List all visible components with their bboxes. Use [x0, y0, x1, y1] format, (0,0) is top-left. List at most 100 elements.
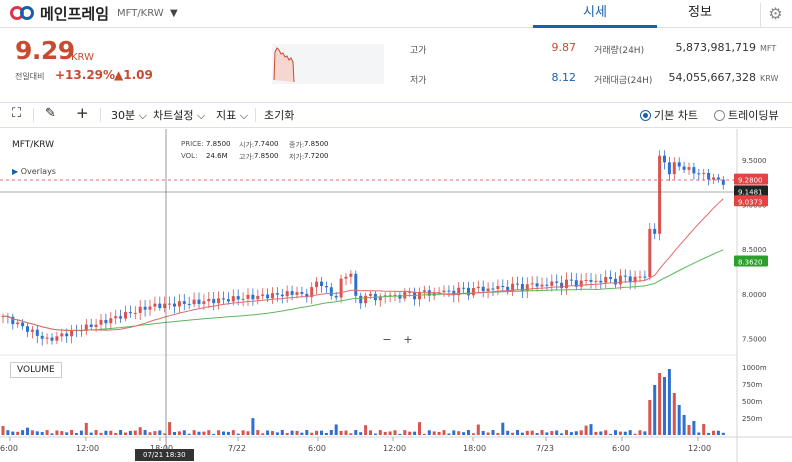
volume-bar — [55, 430, 59, 435]
amount-unit: KRW — [760, 74, 779, 83]
candle-body — [266, 294, 270, 299]
fullscreen-icon[interactable]: ⛶ — [12, 106, 21, 121]
candle-body — [501, 286, 505, 288]
volume-bar — [177, 431, 181, 435]
divider — [33, 108, 34, 122]
reset-button[interactable]: 초기화 — [264, 107, 294, 123]
price-marker-label: 8.3620 — [738, 259, 763, 267]
volume-bar — [143, 430, 147, 435]
candle-body — [663, 155, 666, 163]
time-tick-label: 12:00 — [688, 444, 711, 453]
volume-bar — [427, 430, 431, 435]
volume-bar — [182, 430, 186, 435]
interval-dropdown[interactable]: 30분 ⌵ — [111, 107, 147, 123]
volume-bar — [413, 431, 417, 435]
basic-chart-radio[interactable]: 기본 차트 — [640, 107, 698, 123]
candle-body — [604, 277, 608, 283]
candle-body — [324, 286, 328, 288]
price-chart[interactable]: 9.50009.00008.50008.00007.5000 1000m750m… — [0, 129, 792, 462]
volume-bar — [236, 433, 240, 435]
candle-body — [579, 280, 583, 287]
volume-bar — [300, 432, 304, 435]
candle-body — [236, 296, 240, 300]
volume-bar — [246, 431, 250, 435]
candle-body — [143, 306, 147, 310]
candle-body — [104, 319, 108, 324]
indicators-label: 지표 — [216, 109, 237, 122]
price-tick-label: 7.5000 — [742, 335, 767, 343]
interval-label: 30분 — [111, 109, 136, 122]
candle-body — [653, 228, 657, 234]
candle-body — [246, 294, 250, 299]
volume-bar — [452, 430, 456, 435]
candle-body — [207, 299, 211, 302]
volume-bar — [75, 433, 78, 435]
time-tick-label: 7/23 — [536, 444, 554, 453]
volume-bar — [511, 432, 515, 435]
volume-bar — [261, 433, 265, 435]
volume-bar — [540, 430, 544, 435]
chart-symbol: MFT/KRW — [12, 140, 55, 150]
candle-body — [462, 287, 466, 289]
volume-bar — [50, 433, 54, 435]
legend-close: 7.8500 — [304, 140, 329, 148]
zoom-out-button[interactable]: − — [378, 334, 396, 348]
candle-body — [422, 290, 426, 292]
candle-body — [261, 294, 265, 296]
divider — [255, 108, 256, 122]
candle-body — [148, 306, 152, 310]
volume-bar — [70, 430, 74, 435]
chevron-down-icon[interactable]: ▼ — [170, 8, 178, 19]
divider — [100, 108, 101, 122]
time-tick-label: 12:00 — [383, 444, 406, 453]
volume-bar — [119, 430, 123, 435]
volume-button[interactable]: VOLUME — [10, 362, 62, 378]
time-tick-label: 6:00 — [612, 444, 630, 453]
header: 메인프레임 MFT/KRW ▼ 시세 정보 ⚙ — [0, 0, 792, 28]
overlays-toggle[interactable]: ▶ Overlays — [12, 167, 56, 176]
crosshair-icon[interactable]: + — [76, 104, 89, 122]
volume-bar — [408, 431, 412, 435]
volume-bar — [295, 430, 299, 435]
volume-bar — [197, 431, 201, 435]
volume-bar — [202, 431, 206, 435]
high-value: 9.87 — [551, 41, 577, 54]
low-label: 저가 — [410, 76, 427, 86]
volume-bar — [594, 431, 598, 435]
volume-bar — [663, 377, 666, 435]
pencil-icon[interactable]: ✎ — [45, 106, 56, 121]
volume-bar — [226, 431, 230, 435]
volume-tick-label: 750m — [742, 381, 762, 389]
tab-info[interactable]: 정보 — [660, 0, 740, 28]
radio-icon — [714, 110, 725, 121]
candle-body — [119, 316, 123, 319]
candle-body — [364, 295, 368, 304]
current-price: 9.29 — [15, 36, 75, 65]
volume-value: 5,873,981,719 — [675, 41, 756, 54]
volume-tick-label: 1000m — [742, 364, 767, 372]
volume-bar — [290, 430, 294, 435]
volume-bar — [614, 430, 617, 435]
price-tick-label: 8.5000 — [742, 246, 767, 254]
volume-bar — [516, 430, 519, 435]
volume-bar — [173, 431, 176, 435]
candle-body — [599, 280, 603, 283]
chart-settings-dropdown[interactable]: 차트설정 ⌵ — [153, 107, 205, 123]
tab-price[interactable]: 시세 — [533, 0, 657, 28]
candle-body — [222, 298, 225, 300]
volume-bar — [153, 431, 157, 435]
candlestick-plot[interactable]: 9.50009.00008.50008.00007.5000 1000m750m… — [0, 129, 792, 462]
cursor-time-label: 07/21 18:30 — [135, 449, 194, 461]
zoom-in-button[interactable]: + — [399, 334, 417, 348]
volume-bar — [623, 431, 627, 435]
tradingview-radio[interactable]: 트레이딩뷰 — [714, 107, 779, 123]
candle-body — [643, 276, 647, 278]
candle-body — [109, 318, 113, 324]
volume-bar — [712, 430, 715, 435]
volume-bar — [99, 432, 103, 435]
volume-bar — [609, 433, 613, 435]
indicators-dropdown[interactable]: 지표 ⌵ — [216, 107, 248, 123]
gear-icon[interactable]: ⚙ — [760, 3, 790, 27]
volume-bar — [418, 422, 421, 435]
volume-bar — [393, 430, 397, 435]
